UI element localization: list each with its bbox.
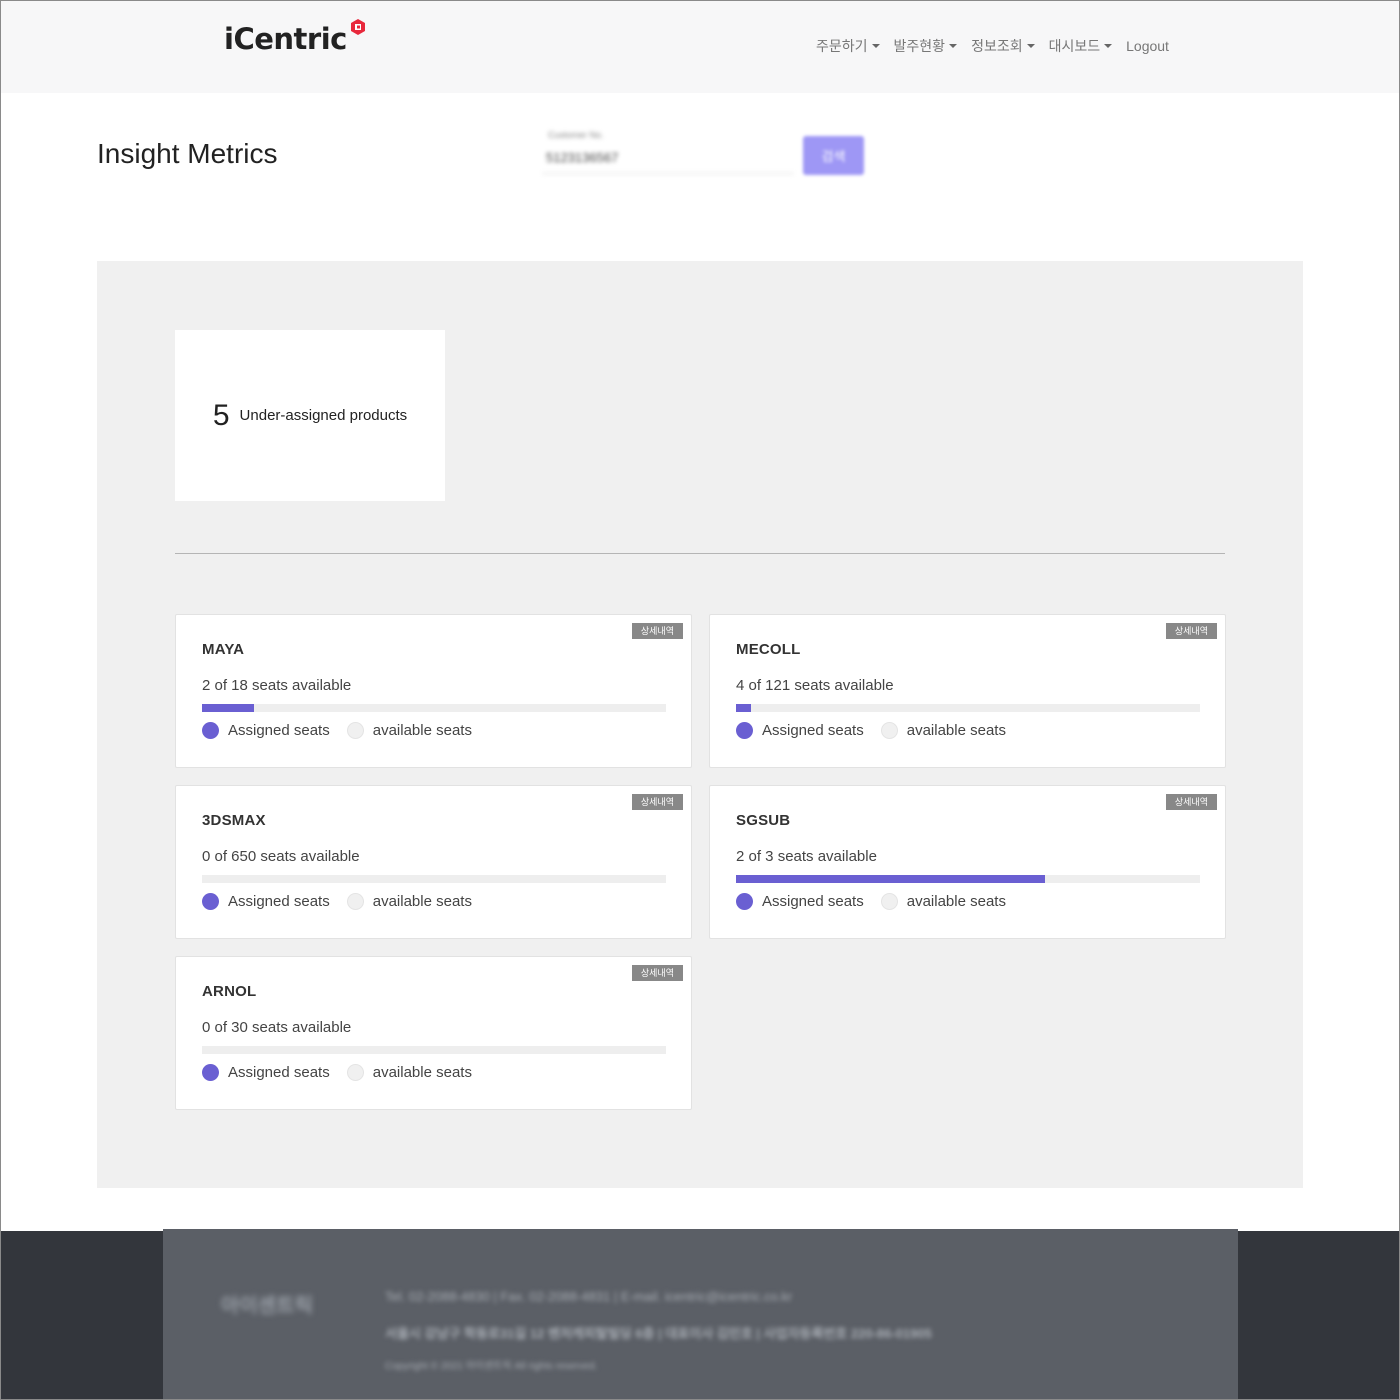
search-button[interactable]: 검색 [803,136,864,175]
top-navbar: iCentric 주문하기 발주현황 정보조회 대시보드 Logout [0,0,1400,93]
search-field-label: Customer No. [548,130,604,140]
nav-item-info-lookup[interactable]: 정보조회 [971,36,1035,56]
page-title: Insight Metrics [97,138,278,169]
logout-link[interactable]: Logout [1126,38,1169,54]
legend-assigned-label: Assigned seats [228,722,330,739]
summary-card: 5 Under-assigned products [175,330,445,501]
product-name: 3DSMAX [202,812,266,829]
detail-button[interactable]: 상세내역 [631,623,683,639]
product-name: SGSUB [736,812,791,829]
assigned-dot-icon [736,722,753,739]
seat-usage-bar [202,1046,666,1054]
nav-item-label: 정보조회 [971,38,1023,54]
nav-item-label: 발주현황 [893,38,946,54]
product-card: 상세내역 MAYA 2 of 18 seats available Assign… [175,614,692,768]
nav-item-order[interactable]: 주문하기 [816,36,880,56]
customer-number-input[interactable] [542,142,794,174]
brand-logo-icon [349,18,365,35]
assigned-dot-icon [202,893,219,910]
product-name: MAYA [202,641,245,658]
available-dot-icon [346,1064,364,1081]
section-divider [175,553,1225,554]
seat-legend: Assigned seats available seats [736,722,1006,739]
footer-contact: Tel. 02-2088-4830 | Fax. 02-2088-4831 | … [385,1289,793,1304]
caret-down-icon [949,44,958,48]
legend-available-label: available seats [372,1064,472,1081]
seat-usage-bar [736,704,1200,712]
assigned-seats-fill [202,704,254,712]
legend-assigned-label: Assigned seats [228,893,330,910]
assigned-seats-fill [736,704,752,712]
footer-address: 서울시 강남구 학동로31길 12 벤처캐피탈빌딩 6층 | 대표이사 김민호 … [385,1326,932,1341]
legend-available-label: available seats [372,722,472,739]
seat-usage-bar [202,704,666,712]
seats-available-text: 2 of 18 seats available [202,677,352,694]
caret-down-icon [871,44,880,48]
product-card: 상세내역 MECOLL 4 of 121 seats available Ass… [709,614,1226,768]
seats-available-text: 0 of 30 seats available [202,1019,352,1036]
footer-brand: 아이센트릭 [221,1295,313,1317]
seat-legend: Assigned seats available seats [736,893,1006,910]
legend-assigned-label: Assigned seats [762,722,864,739]
seats-available-text: 4 of 121 seats available [736,677,894,694]
footer-content: 아이센트릭 Tel. 02-2088-4830 | Fax. 02-2088-4… [163,1229,1238,1400]
available-dot-icon [880,722,898,739]
customer-search-field: Customer No. [542,130,794,176]
seats-available-text: 2 of 3 seats available [736,848,877,865]
seat-legend: Assigned seats available seats [202,893,472,910]
detail-button[interactable]: 상세내역 [1165,623,1217,639]
available-dot-icon [880,893,898,910]
detail-button[interactable]: 상세내역 [631,794,683,810]
assigned-seats-fill [736,875,1046,883]
nav-item-dashboard[interactable]: 대시보드 [1049,36,1113,56]
legend-available-label: available seats [372,893,472,910]
seats-available-text: 0 of 650 seats available [202,848,360,865]
brand-logo-text: iCentric [224,22,347,56]
assigned-dot-icon [202,1064,219,1081]
metrics-panel: 5 Under-assigned products 상세내역 MAYA 2 of… [97,261,1303,1188]
caret-down-icon [1026,44,1035,48]
legend-assigned-label: Assigned seats [228,1064,330,1081]
product-card: 상세내역 ARNOL 0 of 30 seats available Assig… [175,956,692,1110]
seat-usage-bar [736,875,1200,883]
legend-available-label: available seats [906,893,1006,910]
product-name: ARNOL [202,983,257,1000]
legend-assigned-label: Assigned seats [762,893,864,910]
detail-button[interactable]: 상세내역 [631,965,683,981]
seat-usage-bar [202,875,666,883]
available-dot-icon [346,893,364,910]
brand-logo[interactable]: iCentric [224,19,365,56]
under-assigned-label: Under-assigned products [239,407,408,424]
product-card: 상세내역 3DSMAX 0 of 650 seats available Ass… [175,785,692,939]
assigned-dot-icon [202,722,219,739]
product-name: MECOLL [736,641,801,658]
nav-item-order-status[interactable]: 발주현황 [894,36,958,56]
main-nav: 주문하기 발주현황 정보조회 대시보드 Logout [816,36,1169,56]
caret-down-icon [1104,44,1113,48]
detail-button[interactable]: 상세내역 [1165,794,1217,810]
nav-item-label: 대시보드 [1048,38,1101,54]
product-card: 상세내역 SGSUB 2 of 3 seats available Assign… [709,785,1226,939]
assigned-dot-icon [736,893,753,910]
seat-legend: Assigned seats available seats [202,722,472,739]
under-assigned-count: 5 [212,398,230,432]
seat-legend: Assigned seats available seats [202,1064,472,1081]
available-dot-icon [346,722,364,739]
legend-available-label: available seats [906,722,1006,739]
footer-copyright: Copyright © 2021 아이센트릭 All rights reserv… [385,1361,598,1372]
nav-item-label: 주문하기 [816,38,868,54]
